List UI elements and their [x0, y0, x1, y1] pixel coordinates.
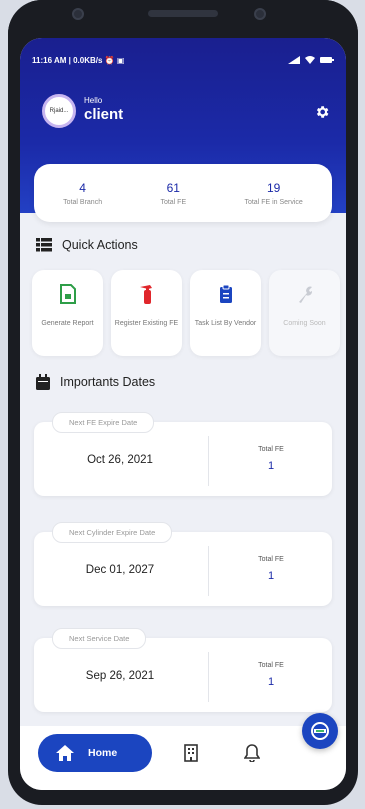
- card-date: Sep 26, 2021: [85, 670, 155, 682]
- card-total-value: 1: [267, 460, 275, 472]
- card-total-value: 1: [267, 676, 275, 688]
- stat-value: 19: [266, 180, 281, 195]
- avatar[interactable]: Rjaid...: [42, 94, 76, 128]
- card-divider: [208, 436, 209, 486]
- quick-action-label: Generate Report: [41, 320, 94, 327]
- username: client: [84, 106, 124, 123]
- quick-action-label: Task List By Vendor: [194, 320, 257, 327]
- section-title-text: Quick Actions: [62, 238, 138, 252]
- card-date: Dec 01, 2027: [85, 564, 155, 576]
- generate-report-button[interactable]: Generate Report: [32, 270, 103, 356]
- report-icon: [59, 284, 76, 304]
- home-icon: [56, 745, 74, 761]
- card-total-label: Total FE: [258, 446, 284, 453]
- wifi-icon: [305, 56, 315, 64]
- list-icon: [36, 238, 52, 252]
- stat-label: Total Branch: [63, 198, 103, 206]
- camera-icon: [72, 8, 84, 20]
- stats-card: 4 Total Branch 61 Total FE 19 Total FE i…: [34, 164, 332, 222]
- quick-actions-row: Generate Report Register Existing FE Tas…: [32, 270, 342, 356]
- card-tag: Next Service Date: [52, 628, 147, 649]
- task-list-by-vendor-button[interactable]: Task List By Vendor: [190, 270, 261, 356]
- quick-action-label: Register Existing FE: [114, 320, 179, 327]
- home-tab[interactable]: Home: [38, 734, 152, 772]
- stat-total-branch[interactable]: 4 Total Branch: [63, 181, 102, 206]
- important-dates-heading: Importants Dates: [36, 374, 155, 390]
- bottom-nav: Home: [20, 726, 346, 790]
- status-time: 11:16 AM | 0.0KB/s ⏰ ▣: [32, 55, 125, 65]
- stat-total-fe-in-service[interactable]: 19 Total FE in Service: [244, 181, 302, 206]
- section-title-text: Importants Dates: [60, 375, 156, 389]
- signal-icon: [288, 56, 300, 64]
- calendar-icon: [36, 374, 50, 390]
- card-divider: [208, 546, 209, 596]
- next-cylinder-expire-card[interactable]: Next Cylinder Expire Date Dec 01, 2027 T…: [34, 522, 332, 606]
- next-service-card[interactable]: Next Service Date Sep 26, 2021 Total FE …: [34, 628, 332, 712]
- card-divider: [208, 652, 209, 702]
- avatar-text: Rjaid...: [49, 108, 69, 114]
- bell-icon[interactable]: [244, 744, 260, 762]
- home-tab-label: Home: [88, 747, 118, 759]
- gear-icon[interactable]: [314, 104, 330, 120]
- phone-frame: 11:16 AM | 0.0KB/s ⏰ ▣ Rjaid... Hello cl…: [8, 0, 358, 805]
- card-date: Oct 26, 2021: [87, 454, 153, 466]
- card-total-label: Total FE: [258, 662, 284, 669]
- quick-action-label: Coming Soon: [283, 320, 326, 327]
- speaker-grille: [148, 10, 218, 17]
- building-icon[interactable]: [184, 744, 198, 762]
- greeting-text: Hello: [84, 96, 103, 105]
- stat-label: Total FE in Service: [244, 198, 303, 206]
- status-bar: 11:16 AM | 0.0KB/s ⏰ ▣: [32, 52, 334, 68]
- coming-soon-button[interactable]: Coming Soon: [269, 270, 340, 356]
- wrench-icon: [298, 286, 312, 303]
- battery-icon: [320, 57, 334, 63]
- extinguisher-icon: [139, 285, 152, 304]
- quick-actions-heading: Quick Actions: [36, 238, 138, 252]
- stat-label: Total FE: [160, 198, 187, 206]
- card-total-label: Total FE: [258, 556, 284, 563]
- card-total-value: 1: [267, 570, 275, 582]
- card-tag: Next Cylinder Expire Date: [52, 522, 173, 543]
- stat-value: 61: [166, 180, 180, 195]
- register-existing-fe-button[interactable]: Register Existing FE: [111, 270, 182, 356]
- camera-icon: [254, 8, 266, 20]
- app-screen: 11:16 AM | 0.0KB/s ⏰ ▣ Rjaid... Hello cl…: [20, 38, 346, 790]
- card-tag: Next FE Expire Date: [52, 412, 155, 433]
- clipboard-icon: [219, 284, 232, 303]
- support-fab[interactable]: [302, 713, 338, 749]
- stat-total-fe[interactable]: 61 Total FE: [160, 181, 186, 206]
- next-fe-expire-card[interactable]: Next FE Expire Date Oct 26, 2021 Total F…: [34, 412, 332, 496]
- chat-support-icon: [311, 722, 329, 740]
- stat-value: 4: [79, 180, 86, 195]
